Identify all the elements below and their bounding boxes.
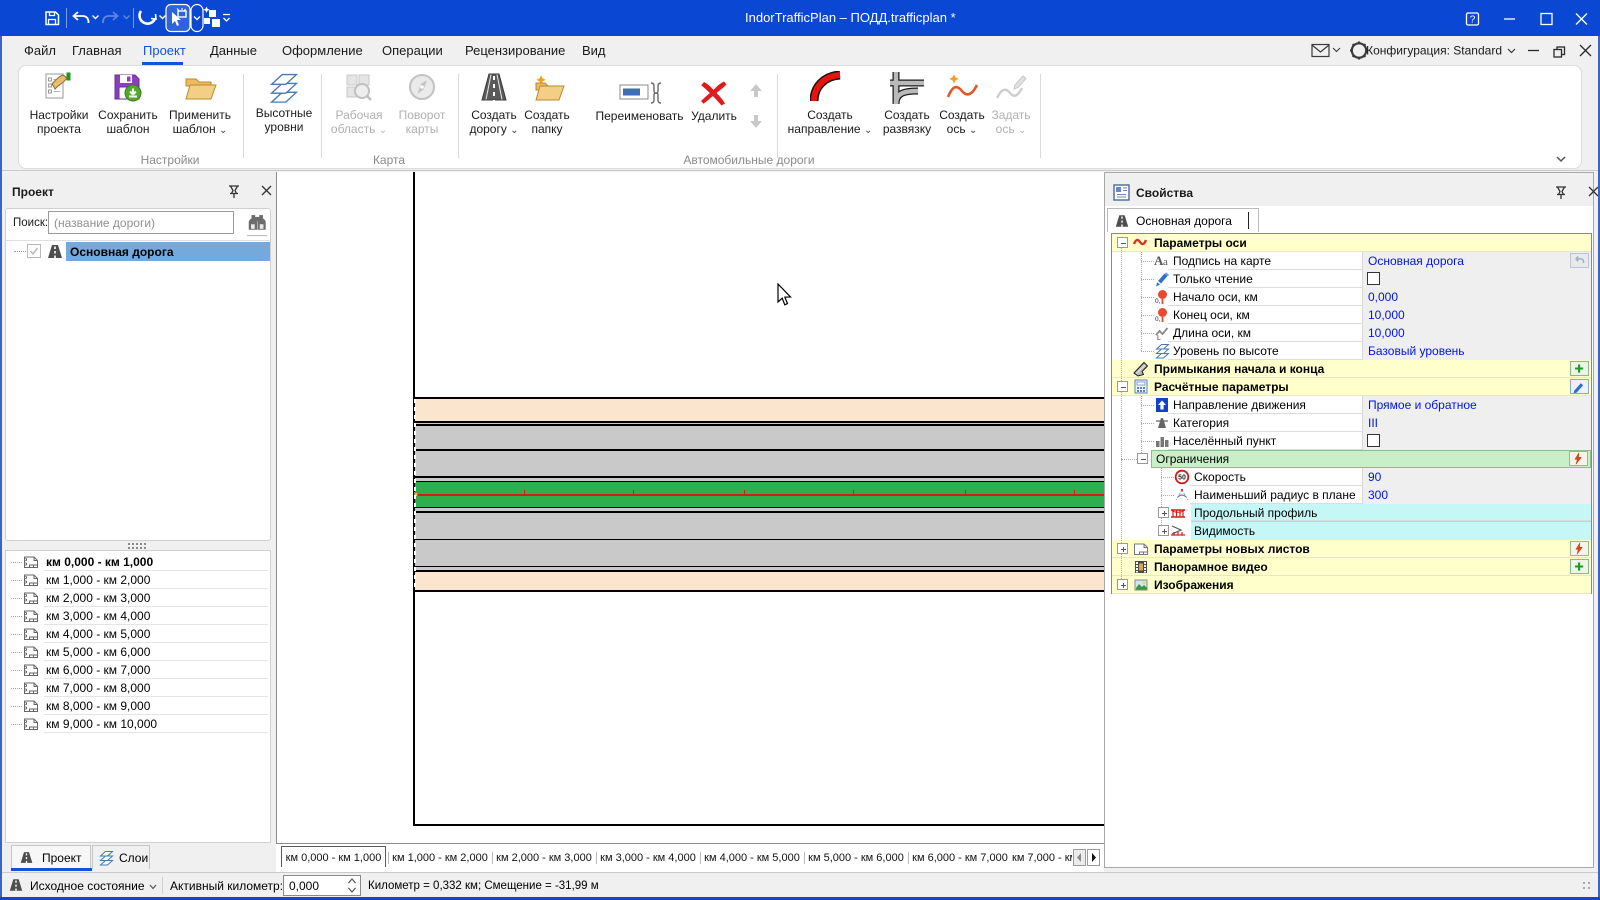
svg-text:Конфигурация: Standard: Конфигурация: Standard <box>1366 44 1502 58</box>
svg-text:50: 50 <box>1178 475 1186 482</box>
svg-text:0,: 0, <box>1155 298 1161 305</box>
svg-text:0,: 0, <box>1155 316 1161 323</box>
svg-text:L: L <box>1157 335 1161 341</box>
svg-text:a: a <box>1163 256 1168 268</box>
svg-text:?: ? <box>1470 15 1476 26</box>
